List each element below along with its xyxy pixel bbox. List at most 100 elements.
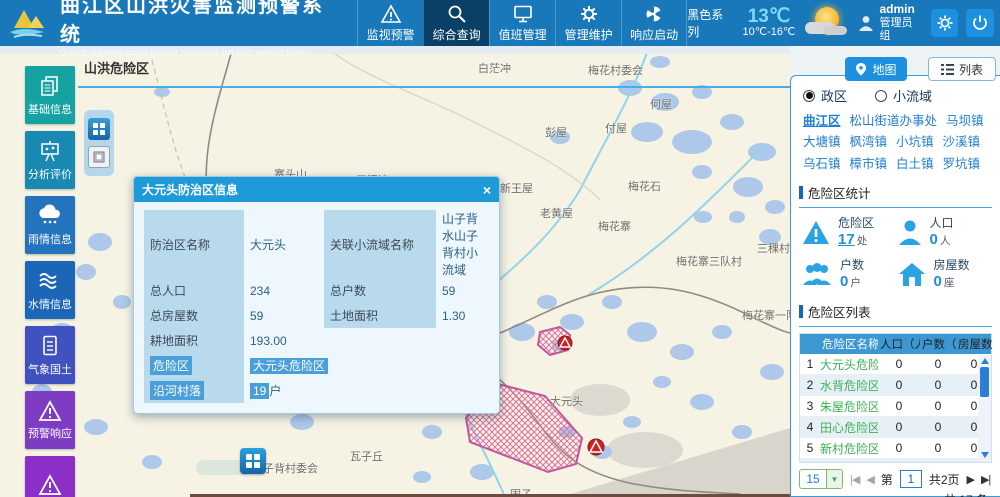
sidebar-item-water[interactable]: 水情信息	[25, 261, 75, 319]
region-link[interactable]: 小坑镇	[896, 134, 934, 150]
region-link[interactable]: 枫湾镇	[850, 134, 888, 150]
extent-icon	[92, 122, 106, 136]
region-link[interactable]: 松山街道办事处	[850, 113, 938, 129]
danger-marker-icon	[588, 439, 604, 455]
page-size-select[interactable]: 15 ▼	[799, 469, 843, 489]
map-place-label: 老黄屋	[540, 205, 573, 221]
house-icon	[897, 261, 927, 288]
map-section-title: 山洪危险区	[84, 58, 149, 77]
user-block[interactable]: admin 管理员组	[857, 3, 923, 42]
field-value[interactable]: 19户	[244, 382, 287, 399]
nav-item-duty-management[interactable]: 值班管理	[489, 0, 555, 46]
table-row[interactable]: 4 田心危险区 0 0 0	[800, 417, 991, 438]
last-page-button[interactable]: ▶|	[981, 473, 990, 486]
region-link[interactable]: 马坝镇	[946, 113, 984, 129]
stat-label: 房屋数	[934, 258, 970, 273]
logout-button[interactable]	[966, 9, 994, 37]
stat-houses: 房屋数 0座	[897, 258, 993, 292]
danger-zone-name-link[interactable]: 寨石下危险区	[820, 461, 878, 463]
close-icon[interactable]: ×	[483, 182, 491, 198]
field-label: 沿河村落	[144, 378, 244, 403]
radio-basin[interactable]	[875, 90, 887, 102]
field-value: 234	[244, 284, 324, 298]
region-link-qujiang[interactable]: 曲江区	[803, 113, 841, 129]
region-link[interactable]: 乌石镇	[803, 156, 841, 172]
row-index: 5	[800, 441, 820, 455]
row-population: 0	[878, 399, 920, 413]
region-link[interactable]: 大塘镇	[803, 134, 841, 150]
column-header: 危险区名称	[820, 336, 878, 352]
nav-item-response-launch[interactable]: 响应启动	[621, 0, 687, 46]
table-row[interactable]: 5 新村危险区 0 0 0	[800, 438, 991, 459]
warning-icon	[801, 219, 831, 246]
region-link[interactable]: 沙溪镇	[943, 134, 981, 150]
table-row[interactable]: 6 寨石下危险区 0 0 0	[800, 459, 991, 462]
radio-zone[interactable]	[803, 90, 815, 102]
search-icon	[446, 4, 468, 24]
scroll-down-icon[interactable]	[981, 452, 989, 458]
settings-button[interactable]	[931, 9, 959, 37]
map-layers-button[interactable]	[88, 146, 110, 168]
village-count-link[interactable]: 19	[250, 383, 269, 399]
region-link[interactable]: 罗坑镇	[943, 156, 981, 172]
scrollbar-thumb[interactable]	[980, 367, 989, 397]
sidebar-item-label: 气象国土	[28, 361, 72, 377]
column-header: 房屋数（座）	[956, 336, 992, 352]
row-index: 3	[800, 399, 820, 413]
stat-value: 0	[840, 273, 848, 290]
nav-item-management-maintenance[interactable]: 管理维护	[555, 0, 621, 46]
sidebar-item-analysis[interactable]: 分析评价	[25, 131, 75, 189]
danger-zone-link[interactable]: 大元头危险区	[250, 358, 328, 374]
list-view-label: 列表	[959, 61, 983, 78]
sidebar-item-basic-info[interactable]: 基础信息	[25, 66, 75, 124]
table-row[interactable]: 1 大元头危险区 0 0 0	[800, 354, 991, 375]
app-logo	[8, 4, 54, 42]
gear-icon	[936, 14, 954, 32]
stat-value-link[interactable]: 17	[838, 231, 855, 248]
row-households: 0	[920, 357, 956, 371]
title-block: 曲江区山洪灾害监测预警系统 Qujiang mountain torrent d…	[60, 0, 343, 57]
danger-zone-name-link[interactable]: 水背危险区	[820, 377, 878, 394]
scroll-up-icon[interactable]	[981, 358, 989, 364]
region-link[interactable]: 白土镇	[896, 156, 934, 172]
sidebar-item-meteorology-land[interactable]: 气象国土	[25, 326, 75, 384]
sidebar-item-label: 水情信息	[28, 296, 72, 312]
page-number-input[interactable]: 1	[900, 470, 922, 488]
danger-zone-name-link[interactable]: 新村危险区	[820, 440, 878, 457]
list-view-button[interactable]: 列表	[928, 57, 996, 81]
map-place-label: 梅花寨	[598, 218, 631, 234]
map-tool-group	[84, 110, 114, 176]
danger-zone-name-link[interactable]: 田心危险区	[820, 419, 878, 436]
radio-zone-label[interactable]: 政区	[821, 86, 847, 105]
sidebar-item-rainfall[interactable]: 雨情信息	[25, 196, 75, 254]
map-view-button[interactable]: 地图	[845, 57, 907, 81]
nav-item-comprehensive-query[interactable]: 综合查询	[423, 0, 489, 46]
prev-page-button[interactable]: ◀	[866, 473, 873, 486]
cloud-icon	[823, 26, 847, 35]
radio-basin-label[interactable]: 小流域	[893, 86, 932, 105]
nav-item-monitor-warning[interactable]: 监视预警	[357, 0, 423, 46]
app-window: 山洪危险区 白茫冲 梅花村委会 何屋 付屋 彭屋 寨头山 王泥湾 新王屋 老黄屋…	[0, 0, 1000, 497]
table-row[interactable]: 2 水背危险区 0 0 0	[800, 375, 991, 396]
sidebar-item-warning-response[interactable]: 预警响应	[25, 391, 75, 449]
weather-icon	[803, 5, 848, 41]
stats-section-title: 危险区统计	[808, 183, 871, 202]
field-value[interactable]: 大元头危险区	[244, 357, 334, 374]
danger-zone-name-link[interactable]: 大元头危险区	[820, 356, 878, 373]
map-view-label: 地图	[872, 61, 896, 78]
table-row[interactable]: 3 朱屋危险区 0 0 0	[800, 396, 991, 417]
sidebar-item-bottom[interactable]	[25, 456, 75, 497]
row-index: 2	[800, 378, 820, 392]
table-scrollbar[interactable]	[978, 355, 991, 461]
region-link[interactable]: 樟市镇	[850, 156, 888, 172]
map-extent-button[interactable]	[88, 118, 110, 140]
next-page-button[interactable]: ▶	[967, 473, 974, 486]
danger-zone-name-link[interactable]: 朱屋危险区	[820, 398, 878, 415]
app-title: 曲江区山洪灾害监测预警系统	[60, 0, 343, 47]
list-section-header: 危险区列表	[799, 299, 992, 327]
map-grid-button[interactable]	[240, 448, 266, 474]
user-texts: admin 管理员组	[879, 3, 922, 42]
map-place-label: 何屋	[650, 96, 672, 112]
first-page-button[interactable]: |◀	[850, 473, 859, 486]
map-place-label: 梅花石	[628, 178, 661, 194]
